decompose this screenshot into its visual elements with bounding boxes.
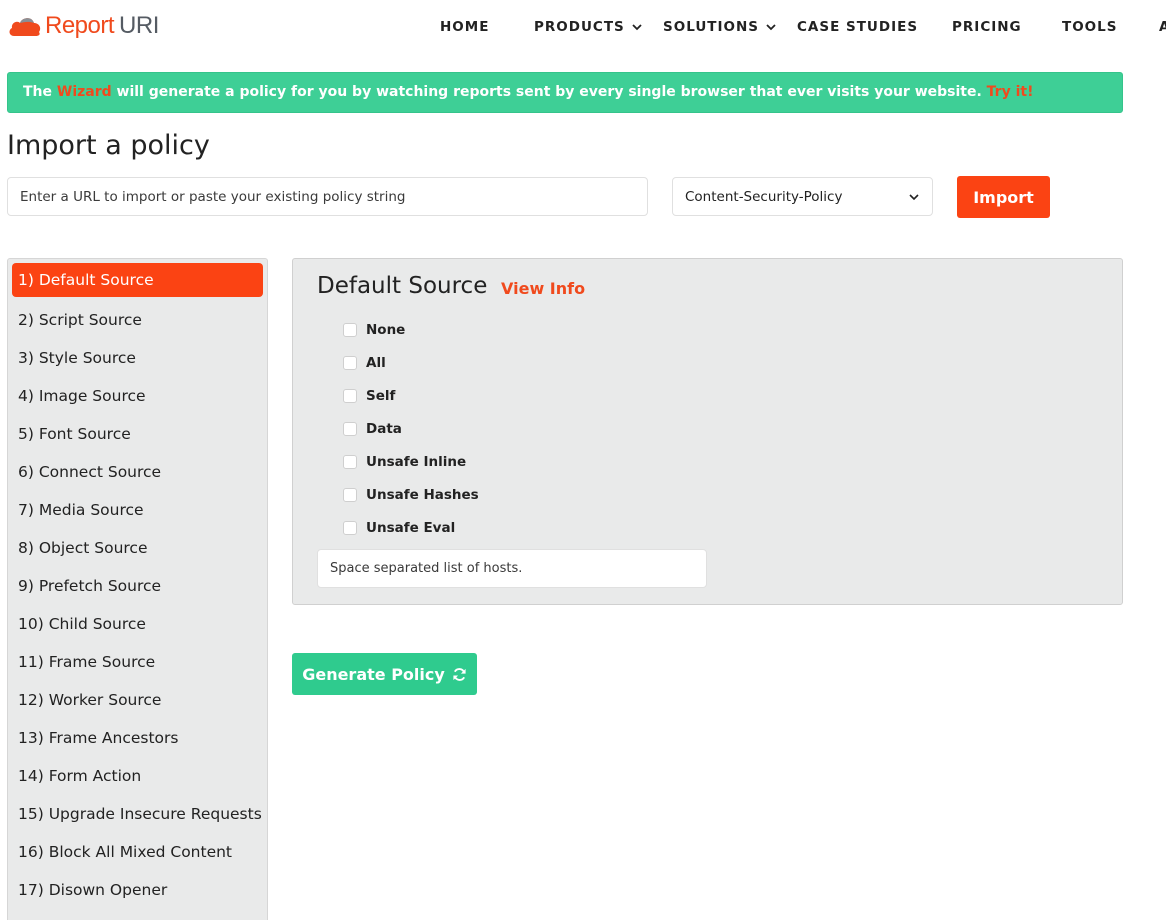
option-none[interactable]: None [343,322,405,338]
sidebar-item-media-source[interactable]: 7) Media Source [12,491,263,529]
sidebar-item-block-all-mixed-content[interactable]: 16) Block All Mixed Content [12,833,263,871]
option-label: None [366,322,406,338]
hosts-input[interactable] [317,549,707,588]
data-checkbox[interactable] [343,422,357,436]
sidebar-item-frame-source[interactable]: 11) Frame Source [12,643,263,681]
site-header: Report URI HOME PRODUCTS SOLUTIONS CASE S… [0,0,1166,58]
unsafe-inline-checkbox[interactable] [343,455,357,469]
option-label: Unsafe Hashes [366,487,479,503]
wizard-link[interactable]: Wizard [57,84,112,100]
banner-prefix: The [23,84,57,100]
import-title: Import a policy [7,130,210,161]
option-unsafe-eval[interactable]: Unsafe Eval [343,520,455,536]
logo[interactable]: Report URI [8,12,159,40]
sidebar-item-default-source[interactable]: 1) Default Source [12,263,263,297]
directive-sidebar: 1) Default Source 2) Script Source 3) St… [7,258,268,920]
view-info-link[interactable]: View Info [501,279,585,298]
chevron-down-icon [632,24,642,31]
none-checkbox[interactable] [343,323,357,337]
chevron-down-icon [909,193,919,200]
policy-url-input[interactable] [7,177,648,216]
nav-products[interactable]: PRODUCTS [534,19,643,35]
try-it-link[interactable]: Try it! [987,84,1034,100]
sidebar-item-script-source[interactable]: 2) Script Source [12,301,263,339]
directive-panel: Default Source View Info None All Self D… [292,258,1123,605]
self-checkbox[interactable] [343,389,357,403]
import-button[interactable]: Import [957,176,1050,218]
nav-home-label: HOME [440,19,490,35]
banner-message: will generate a policy for you by watchi… [111,84,987,100]
nav-home[interactable]: HOME [440,19,489,35]
sidebar-item-child-source[interactable]: 10) Child Source [12,605,263,643]
all-checkbox[interactable] [343,356,357,370]
unsafe-hashes-checkbox[interactable] [343,488,357,502]
refresh-icon [453,667,466,681]
nav-products-label: PRODUCTS [534,19,625,35]
option-label: Unsafe Eval [366,520,456,536]
nav-case-studies-label: CASE STUDIES [797,19,919,35]
sidebar-item-form-action[interactable]: 14) Form Action [12,757,263,795]
generate-policy-button[interactable]: Generate Policy [292,653,477,695]
nav-tools-label: TOOLS [1062,19,1118,35]
nav-solutions-label: SOLUTIONS [663,19,760,35]
generate-policy-label: Generate Policy [302,664,445,684]
option-unsafe-inline[interactable]: Unsafe Inline [343,454,466,470]
directive-title: Default Source [317,273,488,299]
policy-type-value: Content-Security-Policy [685,188,843,205]
sidebar-item-disown-opener[interactable]: 17) Disown Opener [12,871,263,909]
nav-case-studies[interactable]: CASE STUDIES [797,19,918,35]
nav-overflow-label: A [1159,19,1166,35]
option-data[interactable]: Data [343,421,402,437]
policy-type-select[interactable]: Content-Security-Policy [672,177,933,216]
sidebar-item-prefetch-source[interactable]: 9) Prefetch Source [12,567,263,605]
option-label: Self [366,388,396,404]
cloud-icon [9,18,41,36]
option-label: Data [366,421,402,437]
sidebar-item-object-source[interactable]: 8) Object Source [12,529,263,567]
nav-tools[interactable]: TOOLS [1062,19,1118,35]
option-label: All [366,355,386,371]
sidebar-item-worker-source[interactable]: 12) Worker Source [12,681,263,719]
nav-overflow[interactable]: A [1159,19,1166,35]
nav-pricing-label: PRICING [952,19,1022,35]
sidebar-item-image-source[interactable]: 4) Image Source [12,377,263,415]
option-label: Unsafe Inline [366,454,467,470]
wizard-banner: The Wizard will generate a policy for yo… [7,72,1123,113]
option-all[interactable]: All [343,355,386,371]
nav-pricing[interactable]: PRICING [952,19,1022,35]
logo-report-text: Report [45,12,115,39]
sidebar-item-connect-source[interactable]: 6) Connect Source [12,453,263,491]
option-self[interactable]: Self [343,388,395,404]
sidebar-item-frame-ancestors[interactable]: 13) Frame Ancestors [12,719,263,757]
nav-solutions[interactable]: SOLUTIONS [663,19,777,35]
unsafe-eval-checkbox[interactable] [343,521,357,535]
sidebar-item-font-source[interactable]: 5) Font Source [12,415,263,453]
sidebar-item-upgrade-insecure-requests[interactable]: 15) Upgrade Insecure Requests [12,795,263,833]
option-unsafe-hashes[interactable]: Unsafe Hashes [343,487,479,503]
chevron-down-icon [766,24,776,31]
sidebar-item-style-source[interactable]: 3) Style Source [12,339,263,377]
logo-uri-text: URI [119,12,159,39]
